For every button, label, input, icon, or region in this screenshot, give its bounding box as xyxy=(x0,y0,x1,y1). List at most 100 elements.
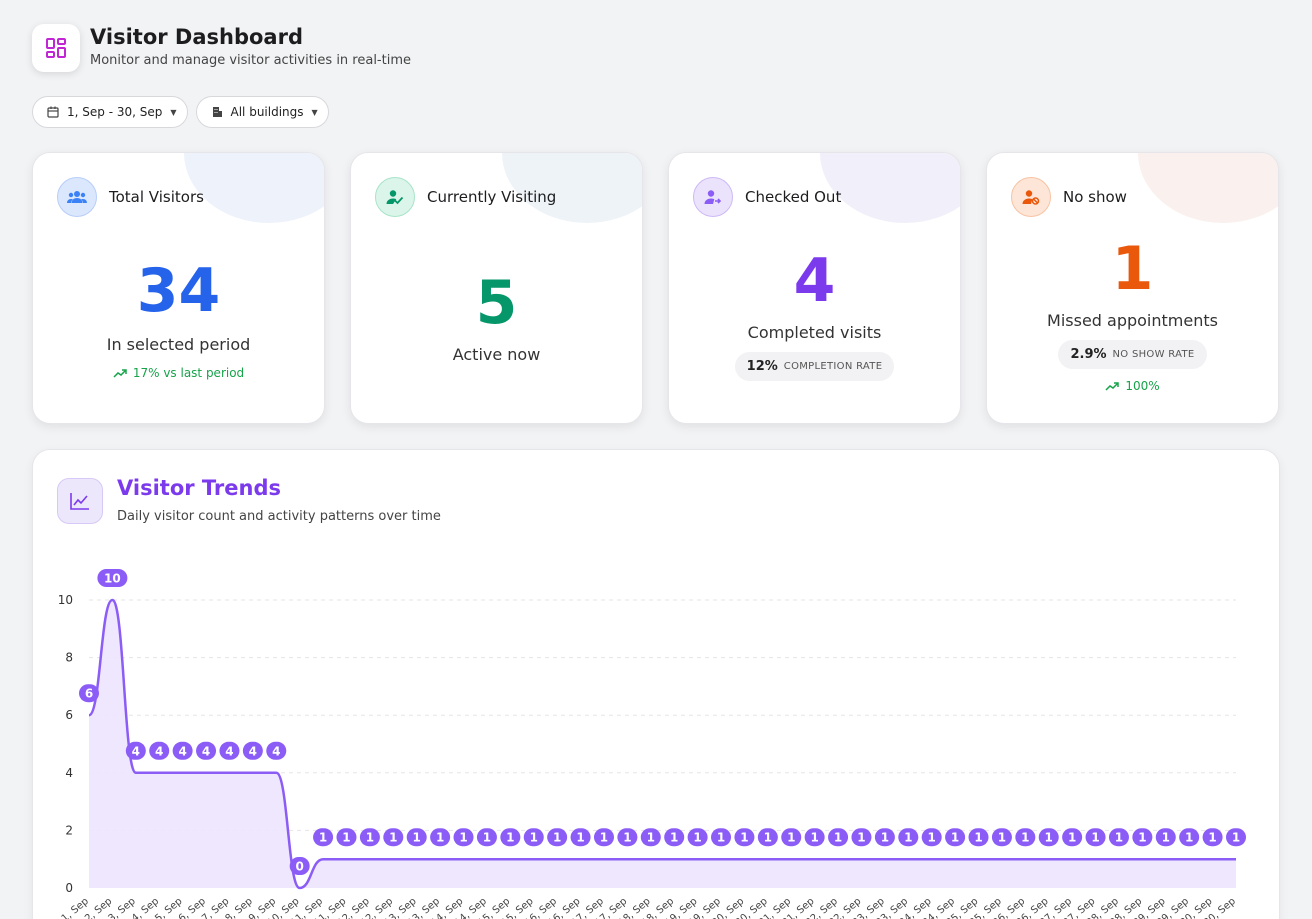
series-area xyxy=(89,600,1236,888)
data-label: 1 xyxy=(506,831,514,845)
data-label: 1 xyxy=(693,831,701,845)
rate-label: NO SHOW RATE xyxy=(1112,349,1195,360)
data-label: 10 xyxy=(104,572,121,586)
data-label: 1 xyxy=(951,831,959,845)
y-tick-label: 8 xyxy=(65,651,73,665)
data-label: 1 xyxy=(483,831,491,845)
data-label: 1 xyxy=(366,831,374,845)
y-tick-label: 10 xyxy=(58,593,73,607)
building-label: All buildings xyxy=(230,105,304,119)
trending-up-icon xyxy=(1105,382,1120,391)
trend-text: 17% vs last period xyxy=(132,366,245,380)
rate-label: COMPLETION RATE xyxy=(783,361,883,372)
data-label: 1 xyxy=(857,831,865,845)
data-label: 1 xyxy=(928,831,936,845)
trend-indicator: 17% vs last period xyxy=(33,366,324,380)
dashboard-icon xyxy=(32,24,80,72)
no-show-card[interactable]: No show 1 Missed appointments 2.9% NO SH… xyxy=(986,152,1279,424)
data-label: 1 xyxy=(974,831,982,845)
data-label: 4 xyxy=(202,744,210,758)
total-visitors-card[interactable]: Total Visitors 34 In selected period 17%… xyxy=(32,152,325,424)
data-label: 1 xyxy=(1232,831,1240,845)
visitor-trends-chart: 0 2 4 6 8 10 6 10 4 4 4 4 4 4 4 0 1 1 1 1 1 1 1 1 1 1 1 1 1 1 1 1 1 1 1 1 1 1… xyxy=(58,569,1246,919)
currently-visiting-value: 5 xyxy=(475,268,518,338)
data-label: 1 xyxy=(413,831,421,845)
data-label: 1 xyxy=(600,831,608,845)
card-title: Currently Visiting xyxy=(427,188,557,206)
data-label: 1 xyxy=(342,831,350,845)
data-label: 4 xyxy=(272,744,280,758)
data-label: 4 xyxy=(132,744,140,758)
completion-rate-badge: 12% COMPLETION RATE xyxy=(734,352,895,381)
users-icon xyxy=(57,177,97,217)
data-label: 1 xyxy=(1021,831,1029,845)
filter-bar: 1, Sep - 30, Sep ▼ All buildings ▼ xyxy=(32,96,329,128)
chevron-down-icon: ▼ xyxy=(170,107,177,117)
data-label: 1 xyxy=(530,831,538,845)
checked-out-value: 4 xyxy=(793,246,836,316)
card-title: No show xyxy=(1063,188,1127,206)
data-label: 1 xyxy=(1068,831,1076,845)
data-label: 4 xyxy=(178,744,186,758)
user-checkout-icon xyxy=(693,177,733,217)
data-label: 1 xyxy=(1045,831,1053,845)
data-label: 1 xyxy=(647,831,655,845)
data-label: 1 xyxy=(459,831,467,845)
visitor-trends-panel: Visitor Trends Daily visitor count and a… xyxy=(32,449,1280,919)
data-label: 1 xyxy=(670,831,678,845)
date-range-label: 1, Sep - 30, Sep xyxy=(67,105,163,119)
page-header: Visitor Dashboard Monitor and manage vis… xyxy=(32,24,411,72)
y-tick-label: 6 xyxy=(65,708,73,722)
data-label: 1 xyxy=(1138,831,1146,845)
data-label: 1 xyxy=(810,831,818,845)
data-label: 4 xyxy=(225,744,233,758)
data-label: 1 xyxy=(904,831,912,845)
user-check-icon xyxy=(375,177,415,217)
y-tick-label: 0 xyxy=(65,881,73,895)
y-tick-label: 4 xyxy=(65,766,73,780)
rate-value: 12% xyxy=(746,359,778,374)
data-label: 1 xyxy=(553,831,561,845)
data-label: 6 xyxy=(85,687,93,701)
checked-out-card[interactable]: Checked Out 4 Completed visits 12% COMPL… xyxy=(668,152,961,424)
data-label: 1 xyxy=(1162,831,1170,845)
card-caption: Completed visits xyxy=(747,323,882,342)
trend-text: 100% xyxy=(1125,379,1160,393)
y-tick-label: 2 xyxy=(65,823,73,837)
data-label: 1 xyxy=(717,831,725,845)
card-title: Total Visitors xyxy=(109,188,204,206)
data-label: 1 xyxy=(1185,831,1193,845)
calendar-icon xyxy=(47,106,59,118)
data-label: 1 xyxy=(319,831,327,845)
date-range-filter[interactable]: 1, Sep - 30, Sep ▼ xyxy=(32,96,188,128)
building-icon xyxy=(212,107,222,117)
data-label: 0 xyxy=(295,860,303,874)
data-label: 4 xyxy=(249,744,257,758)
data-label: 1 xyxy=(998,831,1006,845)
data-label: 1 xyxy=(787,831,795,845)
total-visitors-value: 34 xyxy=(136,256,221,326)
data-label: 1 xyxy=(740,831,748,845)
rate-value: 2.9% xyxy=(1070,347,1107,362)
card-caption: In selected period xyxy=(106,335,251,354)
chevron-down-icon: ▼ xyxy=(311,107,318,117)
data-label: 1 xyxy=(576,831,584,845)
data-label: 1 xyxy=(1091,831,1099,845)
card-caption: Active now xyxy=(452,345,541,364)
card-title: Checked Out xyxy=(745,188,842,206)
currently-visiting-card[interactable]: Currently Visiting 5 Active now xyxy=(350,152,643,424)
data-label: 1 xyxy=(881,831,889,845)
trending-up-icon xyxy=(113,369,127,378)
card-caption: Missed appointments xyxy=(1047,311,1218,330)
no-show-value: 1 xyxy=(1111,234,1154,304)
data-label: 1 xyxy=(764,831,772,845)
data-label: 1 xyxy=(834,831,842,845)
trend-indicator: 100% xyxy=(987,379,1278,393)
no-show-rate-badge: 2.9% NO SHOW RATE xyxy=(1058,340,1207,369)
data-label: 4 xyxy=(155,744,163,758)
page-title: Visitor Dashboard xyxy=(90,25,303,49)
building-filter[interactable]: All buildings ▼ xyxy=(195,96,329,128)
data-label: 1 xyxy=(389,831,397,845)
data-label: 1 xyxy=(436,831,444,845)
user-block-icon xyxy=(1011,177,1051,217)
